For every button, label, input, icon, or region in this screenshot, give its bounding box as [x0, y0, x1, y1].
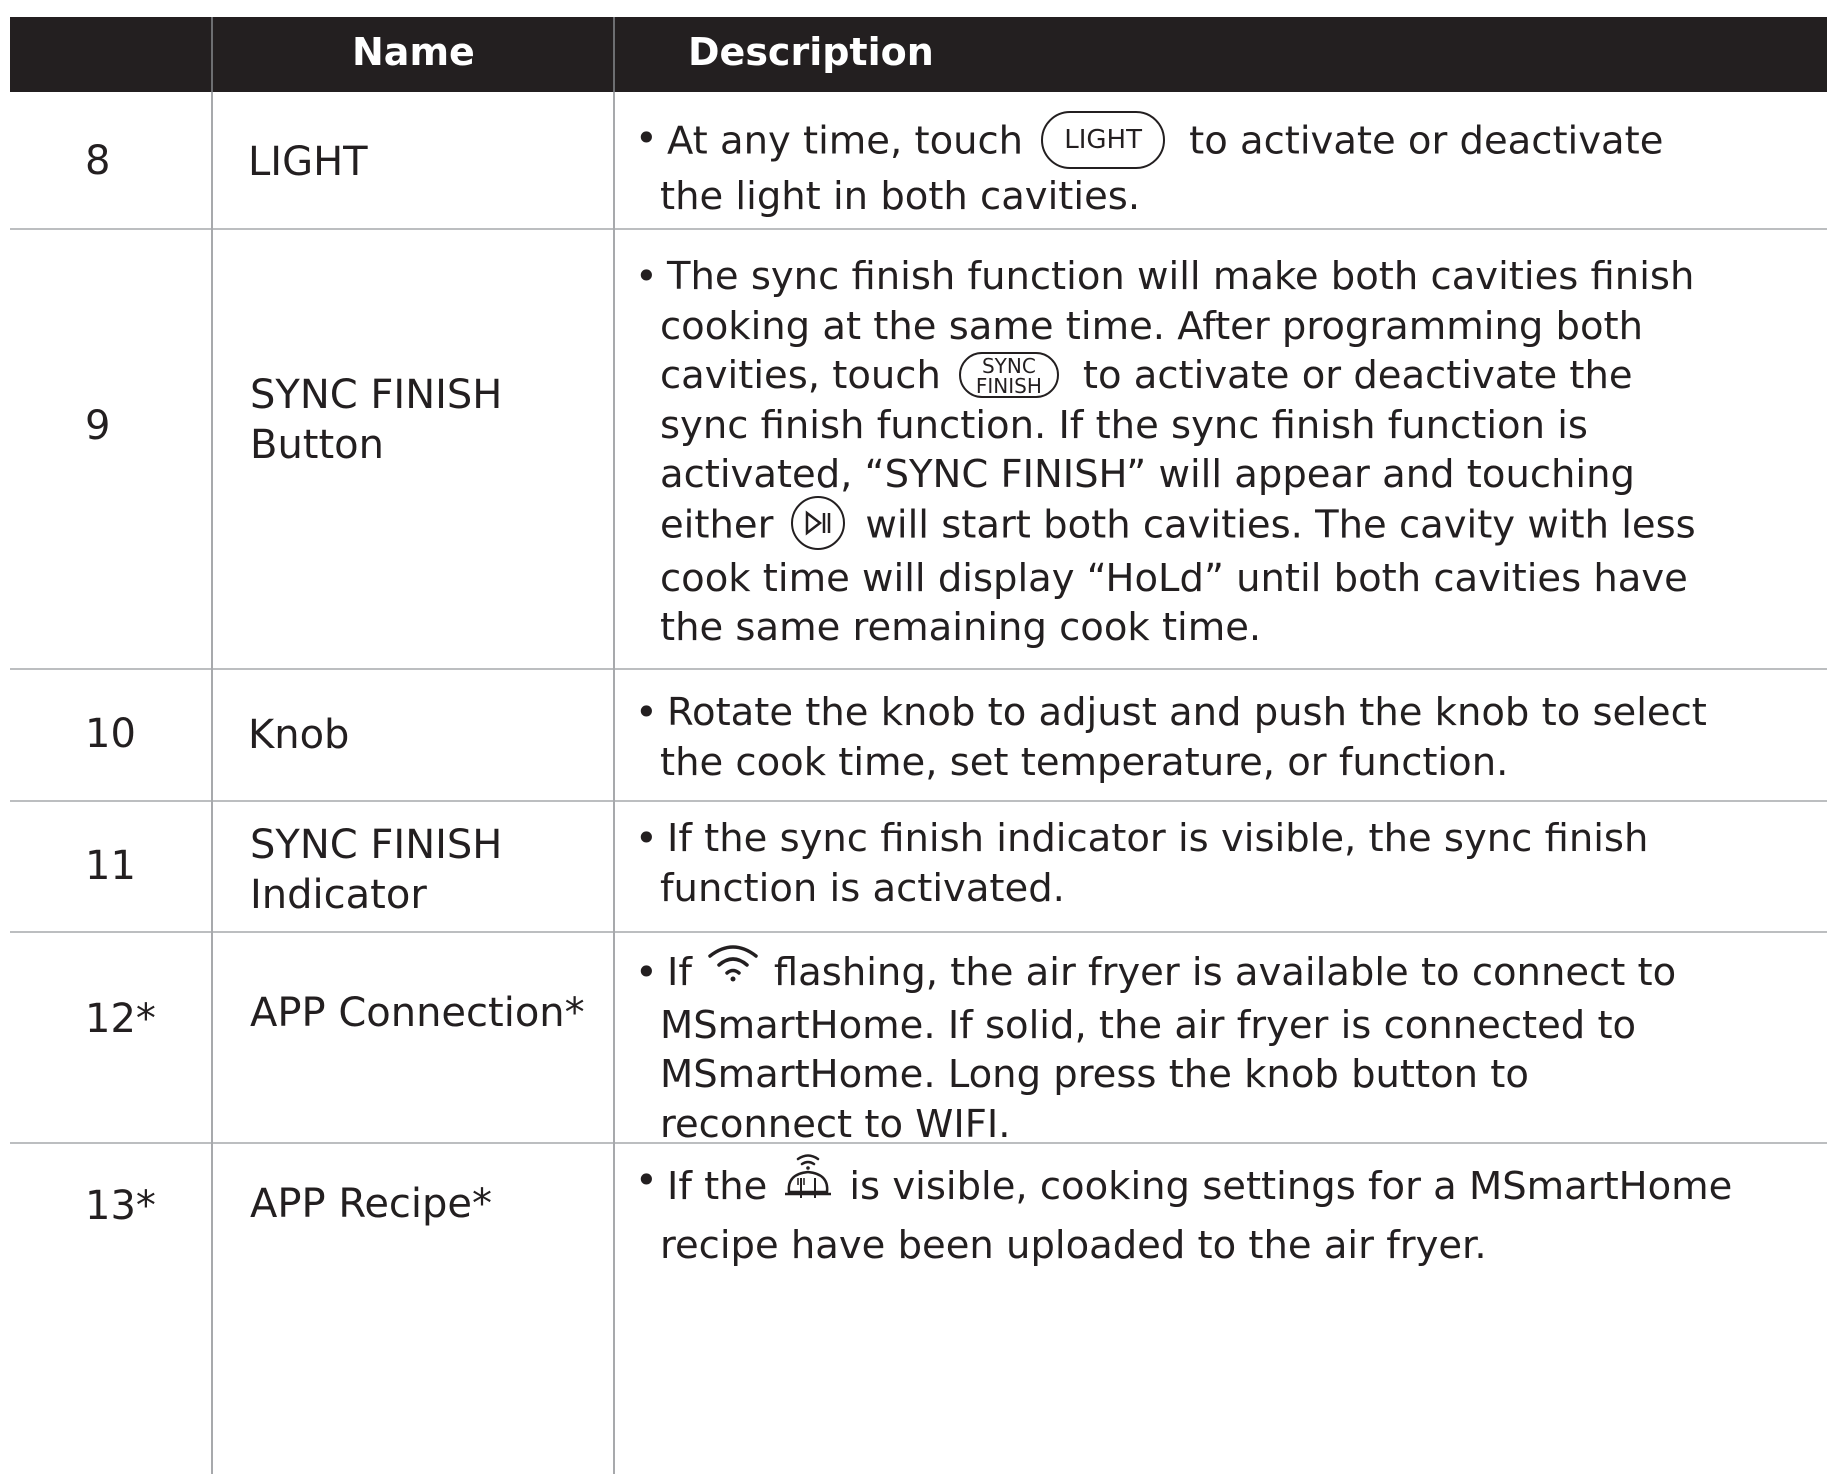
bullet: • — [635, 690, 658, 735]
wifi-icon — [706, 942, 760, 995]
row-number: 11 — [85, 843, 136, 889]
row-name: LIGHT — [248, 139, 368, 185]
row-description: • If the is visible, cooking settings for… — [635, 1154, 1825, 1270]
bullet: • — [635, 950, 658, 995]
row-description: • At any time, touch LIGHT to activate or … — [635, 111, 1825, 222]
header-divider — [613, 17, 615, 92]
light-button-icon: LIGHT — [1041, 111, 1166, 169]
row-number: 13* — [85, 1183, 156, 1229]
bullet: • — [635, 1158, 658, 1203]
table-row: 9 SYNC FINISH Button • The sync finish f… — [10, 230, 1827, 670]
sync-finish-button-icon: SYNC FINISH — [958, 351, 1059, 398]
header-divider — [211, 17, 213, 92]
row-description: • The sync finish function will make bot… — [635, 254, 1696, 650]
bullet: • — [635, 254, 658, 299]
row-name: APP Connection* — [250, 990, 585, 1036]
row-number: 9 — [85, 403, 111, 449]
header-name: Name — [352, 30, 475, 74]
bullet: • — [635, 816, 658, 861]
table-row: 11 SYNC FINISH Indicator • If the sync f… — [10, 802, 1827, 933]
row-name: SYNC FINISH Indicator — [250, 822, 503, 918]
row-number: 10 — [85, 711, 136, 757]
table-row: 12* APP Connection* • If flashing, the ai… — [10, 933, 1827, 1147]
table-header: Name Description — [10, 17, 1827, 92]
row-number: 12* — [85, 996, 156, 1042]
row-number: 8 — [85, 138, 111, 184]
row-description: • If the sync finish indicator is visibl… — [635, 816, 1649, 911]
row-description: • If flashing, the air fryer is available… — [635, 945, 1825, 1149]
column-divider — [613, 92, 615, 1474]
column-divider — [211, 92, 213, 1474]
table-row: 8 LIGHT • At any time, touch LIGHT to acti… — [10, 92, 1827, 230]
table-row: 13* APP Recipe* • If the is visible, cook… — [10, 1144, 1827, 1274]
bullet: • — [635, 116, 658, 161]
header-description: Description — [688, 30, 934, 74]
row-name: SYNC FINISH Button — [250, 372, 503, 468]
row-name: APP Recipe* — [250, 1181, 493, 1227]
table-row: 10 Knob • Rotate the knob to adjust and … — [10, 670, 1827, 802]
play-pause-icon — [791, 495, 846, 550]
row-name: Knob — [248, 712, 350, 758]
app-recipe-icon — [781, 1150, 835, 1215]
row-description: • Rotate the knob to adjust and push the… — [635, 690, 1707, 785]
